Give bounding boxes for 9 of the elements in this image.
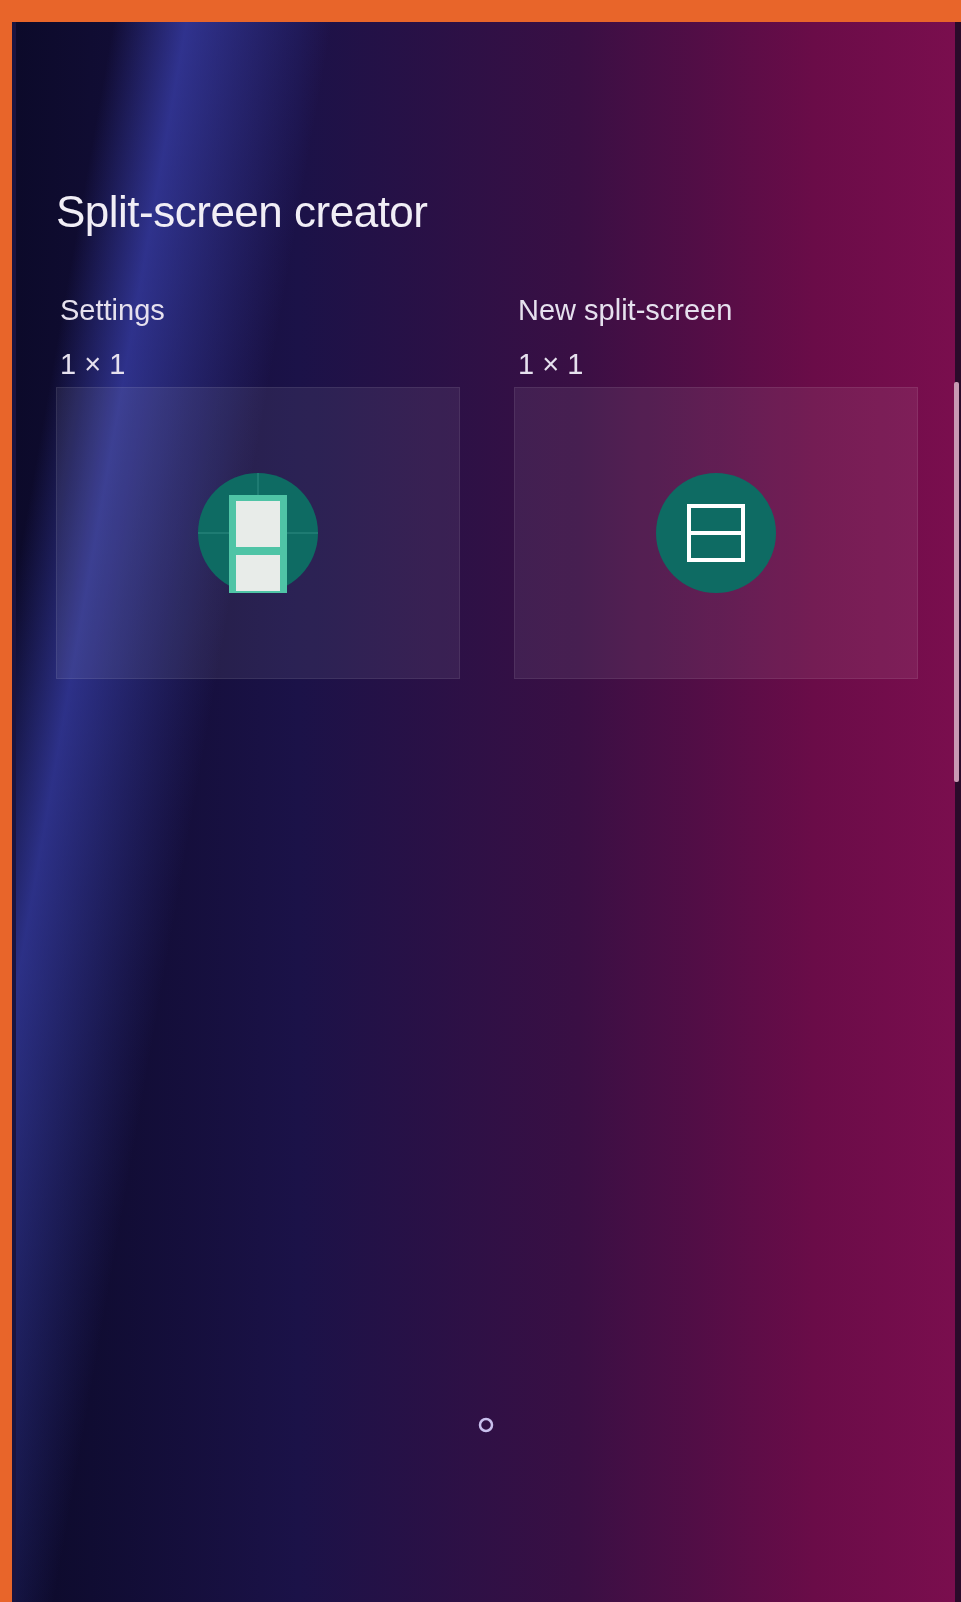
page-indicator-icon bbox=[476, 1416, 495, 1434]
widget-preview[interactable] bbox=[56, 387, 460, 679]
widget-label: Settings bbox=[59, 293, 166, 327]
split-screen-icon bbox=[654, 471, 778, 595]
widget-size: 1 × 1 bbox=[59, 347, 127, 381]
screen-title: Split-screen creator bbox=[56, 187, 429, 237]
widget-size: 1 × 1 bbox=[517, 347, 585, 381]
phone-split-icon bbox=[196, 471, 320, 595]
widget-label: New split-screen bbox=[517, 293, 734, 327]
